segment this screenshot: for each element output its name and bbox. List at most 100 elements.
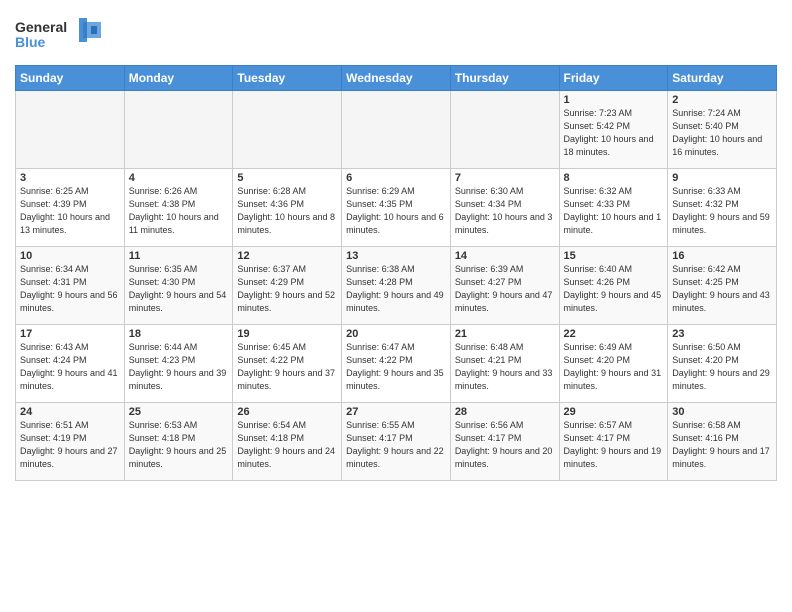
- day-info: Sunrise: 6:29 AM Sunset: 4:35 PM Dayligh…: [346, 185, 446, 237]
- calendar-cell: 8Sunrise: 6:32 AM Sunset: 4:33 PM Daylig…: [559, 169, 668, 247]
- day-number: 16: [672, 250, 772, 262]
- day-number: 13: [346, 250, 446, 262]
- calendar-cell: 21Sunrise: 6:48 AM Sunset: 4:21 PM Dayli…: [450, 325, 559, 403]
- col-header-thursday: Thursday: [450, 66, 559, 91]
- calendar-cell: 29Sunrise: 6:57 AM Sunset: 4:17 PM Dayli…: [559, 403, 668, 481]
- day-info: Sunrise: 6:54 AM Sunset: 4:18 PM Dayligh…: [237, 419, 337, 471]
- calendar-cell: 14Sunrise: 6:39 AM Sunset: 4:27 PM Dayli…: [450, 247, 559, 325]
- calendar-cell: 23Sunrise: 6:50 AM Sunset: 4:20 PM Dayli…: [668, 325, 777, 403]
- day-info: Sunrise: 6:35 AM Sunset: 4:30 PM Dayligh…: [129, 263, 229, 315]
- col-header-monday: Monday: [124, 66, 233, 91]
- logo-content: General Blue: [15, 14, 105, 59]
- header: General Blue: [15, 10, 777, 59]
- day-info: Sunrise: 6:37 AM Sunset: 4:29 PM Dayligh…: [237, 263, 337, 315]
- day-number: 12: [237, 250, 337, 262]
- day-info: Sunrise: 6:38 AM Sunset: 4:28 PM Dayligh…: [346, 263, 446, 315]
- calendar-cell: 17Sunrise: 6:43 AM Sunset: 4:24 PM Dayli…: [16, 325, 125, 403]
- day-info: Sunrise: 6:57 AM Sunset: 4:17 PM Dayligh…: [564, 419, 664, 471]
- day-info: Sunrise: 6:28 AM Sunset: 4:36 PM Dayligh…: [237, 185, 337, 237]
- day-info: Sunrise: 6:45 AM Sunset: 4:22 PM Dayligh…: [237, 341, 337, 393]
- day-number: 17: [20, 328, 120, 340]
- day-number: 10: [20, 250, 120, 262]
- day-info: Sunrise: 6:39 AM Sunset: 4:27 PM Dayligh…: [455, 263, 555, 315]
- calendar-cell: 9Sunrise: 6:33 AM Sunset: 4:32 PM Daylig…: [668, 169, 777, 247]
- calendar-week-3: 10Sunrise: 6:34 AM Sunset: 4:31 PM Dayli…: [16, 247, 777, 325]
- calendar-cell: 20Sunrise: 6:47 AM Sunset: 4:22 PM Dayli…: [342, 325, 451, 403]
- calendar-cell: [124, 91, 233, 169]
- calendar-week-5: 24Sunrise: 6:51 AM Sunset: 4:19 PM Dayli…: [16, 403, 777, 481]
- day-info: Sunrise: 6:40 AM Sunset: 4:26 PM Dayligh…: [564, 263, 664, 315]
- day-number: 14: [455, 250, 555, 262]
- day-number: 3: [20, 172, 120, 184]
- calendar-cell: [16, 91, 125, 169]
- day-info: Sunrise: 6:51 AM Sunset: 4:19 PM Dayligh…: [20, 419, 120, 471]
- col-header-saturday: Saturday: [668, 66, 777, 91]
- day-number: 4: [129, 172, 229, 184]
- day-number: 2: [672, 94, 772, 106]
- day-number: 9: [672, 172, 772, 184]
- col-header-friday: Friday: [559, 66, 668, 91]
- day-number: 27: [346, 406, 446, 418]
- day-info: Sunrise: 6:25 AM Sunset: 4:39 PM Dayligh…: [20, 185, 120, 237]
- day-info: Sunrise: 6:33 AM Sunset: 4:32 PM Dayligh…: [672, 185, 772, 237]
- col-header-tuesday: Tuesday: [233, 66, 342, 91]
- day-number: 8: [564, 172, 664, 184]
- page-container: General Blue SundayMondayTuesdayWednesda…: [0, 0, 792, 489]
- calendar-cell: 1Sunrise: 7:23 AM Sunset: 5:42 PM Daylig…: [559, 91, 668, 169]
- logo-svg: General Blue: [15, 14, 105, 54]
- day-number: 19: [237, 328, 337, 340]
- calendar-week-1: 1Sunrise: 7:23 AM Sunset: 5:42 PM Daylig…: [16, 91, 777, 169]
- day-number: 5: [237, 172, 337, 184]
- calendar-cell: 16Sunrise: 6:42 AM Sunset: 4:25 PM Dayli…: [668, 247, 777, 325]
- day-info: Sunrise: 6:42 AM Sunset: 4:25 PM Dayligh…: [672, 263, 772, 315]
- day-info: Sunrise: 7:23 AM Sunset: 5:42 PM Dayligh…: [564, 107, 664, 159]
- calendar-cell: 13Sunrise: 6:38 AM Sunset: 4:28 PM Dayli…: [342, 247, 451, 325]
- calendar-table: SundayMondayTuesdayWednesdayThursdayFrid…: [15, 65, 777, 481]
- calendar-cell: 4Sunrise: 6:26 AM Sunset: 4:38 PM Daylig…: [124, 169, 233, 247]
- day-number: 15: [564, 250, 664, 262]
- calendar-cell: 5Sunrise: 6:28 AM Sunset: 4:36 PM Daylig…: [233, 169, 342, 247]
- day-number: 28: [455, 406, 555, 418]
- svg-text:Blue: Blue: [15, 34, 46, 50]
- col-header-sunday: Sunday: [16, 66, 125, 91]
- calendar-cell: 7Sunrise: 6:30 AM Sunset: 4:34 PM Daylig…: [450, 169, 559, 247]
- day-number: 26: [237, 406, 337, 418]
- day-number: 21: [455, 328, 555, 340]
- day-info: Sunrise: 6:32 AM Sunset: 4:33 PM Dayligh…: [564, 185, 664, 237]
- calendar-cell: 28Sunrise: 6:56 AM Sunset: 4:17 PM Dayli…: [450, 403, 559, 481]
- calendar-cell: 22Sunrise: 6:49 AM Sunset: 4:20 PM Dayli…: [559, 325, 668, 403]
- day-number: 7: [455, 172, 555, 184]
- day-info: Sunrise: 6:49 AM Sunset: 4:20 PM Dayligh…: [564, 341, 664, 393]
- day-info: Sunrise: 6:48 AM Sunset: 4:21 PM Dayligh…: [455, 341, 555, 393]
- calendar-cell: 24Sunrise: 6:51 AM Sunset: 4:19 PM Dayli…: [16, 403, 125, 481]
- day-number: 6: [346, 172, 446, 184]
- day-info: Sunrise: 6:26 AM Sunset: 4:38 PM Dayligh…: [129, 185, 229, 237]
- calendar-cell: 10Sunrise: 6:34 AM Sunset: 4:31 PM Dayli…: [16, 247, 125, 325]
- calendar-cell: 26Sunrise: 6:54 AM Sunset: 4:18 PM Dayli…: [233, 403, 342, 481]
- calendar-cell: 25Sunrise: 6:53 AM Sunset: 4:18 PM Dayli…: [124, 403, 233, 481]
- calendar-cell: 30Sunrise: 6:58 AM Sunset: 4:16 PM Dayli…: [668, 403, 777, 481]
- day-info: Sunrise: 6:47 AM Sunset: 4:22 PM Dayligh…: [346, 341, 446, 393]
- calendar-week-4: 17Sunrise: 6:43 AM Sunset: 4:24 PM Dayli…: [16, 325, 777, 403]
- day-info: Sunrise: 6:53 AM Sunset: 4:18 PM Dayligh…: [129, 419, 229, 471]
- calendar-week-2: 3Sunrise: 6:25 AM Sunset: 4:39 PM Daylig…: [16, 169, 777, 247]
- day-info: Sunrise: 6:44 AM Sunset: 4:23 PM Dayligh…: [129, 341, 229, 393]
- calendar-cell: 2Sunrise: 7:24 AM Sunset: 5:40 PM Daylig…: [668, 91, 777, 169]
- day-number: 22: [564, 328, 664, 340]
- day-info: Sunrise: 7:24 AM Sunset: 5:40 PM Dayligh…: [672, 107, 772, 159]
- calendar-cell: 11Sunrise: 6:35 AM Sunset: 4:30 PM Dayli…: [124, 247, 233, 325]
- logo: General Blue: [15, 14, 105, 59]
- day-info: Sunrise: 6:34 AM Sunset: 4:31 PM Dayligh…: [20, 263, 120, 315]
- calendar-cell: 19Sunrise: 6:45 AM Sunset: 4:22 PM Dayli…: [233, 325, 342, 403]
- calendar-cell: 6Sunrise: 6:29 AM Sunset: 4:35 PM Daylig…: [342, 169, 451, 247]
- calendar-cell: 27Sunrise: 6:55 AM Sunset: 4:17 PM Dayli…: [342, 403, 451, 481]
- calendar-header-row: SundayMondayTuesdayWednesdayThursdayFrid…: [16, 66, 777, 91]
- day-number: 18: [129, 328, 229, 340]
- calendar-cell: [450, 91, 559, 169]
- calendar-cell: [342, 91, 451, 169]
- day-info: Sunrise: 6:55 AM Sunset: 4:17 PM Dayligh…: [346, 419, 446, 471]
- calendar-cell: 18Sunrise: 6:44 AM Sunset: 4:23 PM Dayli…: [124, 325, 233, 403]
- day-number: 29: [564, 406, 664, 418]
- day-number: 23: [672, 328, 772, 340]
- day-number: 30: [672, 406, 772, 418]
